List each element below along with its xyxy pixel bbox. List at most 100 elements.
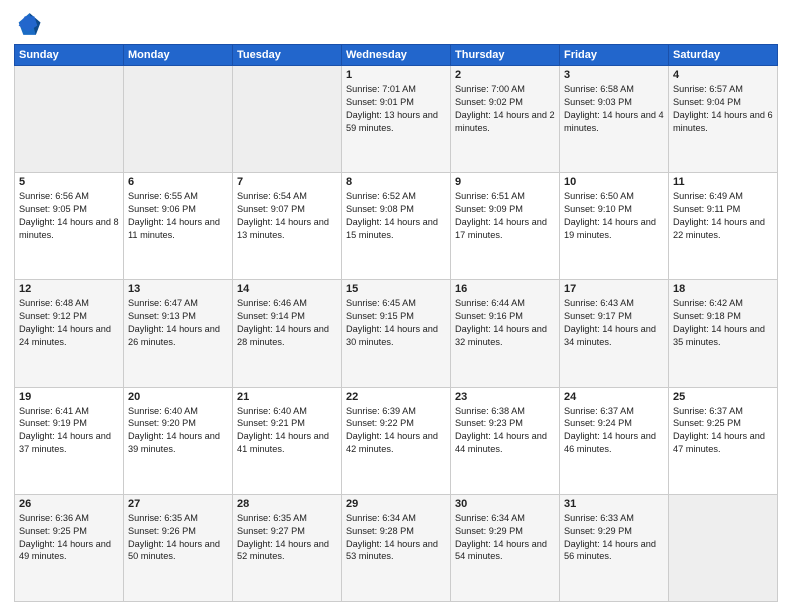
day-info: Sunrise: 6:57 AMSunset: 9:04 PMDaylight:…: [673, 83, 773, 135]
day-info: Sunrise: 6:37 AMSunset: 9:25 PMDaylight:…: [673, 405, 773, 457]
calendar-cell: 15 Sunrise: 6:45 AMSunset: 9:15 PMDayligh…: [342, 280, 451, 387]
calendar-cell: 10 Sunrise: 6:50 AMSunset: 9:10 PMDayligh…: [560, 173, 669, 280]
calendar-header-friday: Friday: [560, 45, 669, 66]
day-number: 12: [19, 283, 119, 295]
day-info: Sunrise: 6:49 AMSunset: 9:11 PMDaylight:…: [673, 190, 773, 242]
day-info: Sunrise: 6:51 AMSunset: 9:09 PMDaylight:…: [455, 190, 555, 242]
calendar-week-5: 26Sunrise: 6:36 AMSunset: 9:25 PMDayligh…: [15, 494, 778, 601]
calendar: SundayMondayTuesdayWednesdayThursdayFrid…: [14, 44, 778, 602]
day-info: Sunrise: 7:00 AMSunset: 9:02 PMDaylight:…: [455, 83, 555, 135]
day-number: 9: [455, 176, 555, 188]
day-number: 11: [673, 176, 773, 188]
calendar-cell: 4Sunrise: 6:57 AMSunset: 9:04 PMDaylight…: [669, 66, 778, 173]
calendar-cell: 24 Sunrise: 6:37 AMSunset: 9:24 PMDayligh…: [560, 387, 669, 494]
calendar-cell: [124, 66, 233, 173]
day-info: Sunrise: 6:54 AMSunset: 9:07 PMDaylight:…: [237, 190, 337, 242]
day-info: Sunrise: 6:44 AMSunset: 9:16 PMDaylight:…: [455, 297, 555, 349]
day-info: Sunrise: 6:52 AMSunset: 9:08 PMDaylight:…: [346, 190, 446, 242]
day-info: Sunrise: 6:50 AMSunset: 9:10 PMDaylight:…: [564, 190, 664, 242]
day-number: 28: [237, 498, 337, 510]
day-info: Sunrise: 6:45 AMSunset: 9:15 PMDaylight:…: [346, 297, 446, 349]
day-number: 18: [673, 283, 773, 295]
calendar-cell: 7 Sunrise: 6:54 AMSunset: 9:07 PMDaylight…: [233, 173, 342, 280]
calendar-cell: 6 Sunrise: 6:55 AMSunset: 9:06 PMDaylight…: [124, 173, 233, 280]
calendar-cell: 26Sunrise: 6:36 AMSunset: 9:25 PMDayligh…: [15, 494, 124, 601]
day-info: Sunrise: 6:58 AMSunset: 9:03 PMDaylight:…: [564, 83, 664, 135]
day-number: 21: [237, 391, 337, 403]
calendar-week-1: 1Sunrise: 7:01 AMSunset: 9:01 PMDaylight…: [15, 66, 778, 173]
day-number: 7: [237, 176, 337, 188]
calendar-cell: 31 Sunrise: 6:33 AMSunset: 9:29 PMDayligh…: [560, 494, 669, 601]
day-info: Sunrise: 6:48 AMSunset: 9:12 PMDaylight:…: [19, 297, 119, 349]
day-info: Sunrise: 6:39 AMSunset: 9:22 PMDaylight:…: [346, 405, 446, 457]
day-info: Sunrise: 6:37 AMSunset: 9:24 PMDaylight:…: [564, 405, 664, 457]
calendar-week-2: 5 Sunrise: 6:56 AMSunset: 9:05 PMDaylight…: [15, 173, 778, 280]
day-info: Sunrise: 6:36 AMSunset: 9:25 PMDaylight:…: [19, 512, 119, 564]
calendar-cell: 21 Sunrise: 6:40 AMSunset: 9:21 PMDayligh…: [233, 387, 342, 494]
day-info: Sunrise: 6:35 AMSunset: 9:26 PMDaylight:…: [128, 512, 228, 564]
calendar-cell: 5 Sunrise: 6:56 AMSunset: 9:05 PMDaylight…: [15, 173, 124, 280]
calendar-cell: 17 Sunrise: 6:43 AMSunset: 9:17 PMDayligh…: [560, 280, 669, 387]
logo-icon: [14, 10, 42, 38]
calendar-cell: [669, 494, 778, 601]
calendar-cell: 16 Sunrise: 6:44 AMSunset: 9:16 PMDayligh…: [451, 280, 560, 387]
calendar-header-thursday: Thursday: [451, 45, 560, 66]
logo: [14, 10, 46, 38]
calendar-cell: 28 Sunrise: 6:35 AMSunset: 9:27 PMDayligh…: [233, 494, 342, 601]
calendar-cell: 11 Sunrise: 6:49 AMSunset: 9:11 PMDayligh…: [669, 173, 778, 280]
calendar-cell: 23 Sunrise: 6:38 AMSunset: 9:23 PMDayligh…: [451, 387, 560, 494]
day-number: 23: [455, 391, 555, 403]
calendar-cell: 8 Sunrise: 6:52 AMSunset: 9:08 PMDaylight…: [342, 173, 451, 280]
day-info: Sunrise: 6:41 AMSunset: 9:19 PMDaylight:…: [19, 405, 119, 457]
calendar-cell: 1Sunrise: 7:01 AMSunset: 9:01 PMDaylight…: [342, 66, 451, 173]
day-number: 1: [346, 69, 446, 81]
calendar-cell: 30Sunrise: 6:34 AMSunset: 9:29 PMDayligh…: [451, 494, 560, 601]
day-info: Sunrise: 6:47 AMSunset: 9:13 PMDaylight:…: [128, 297, 228, 349]
day-info: Sunrise: 6:42 AMSunset: 9:18 PMDaylight:…: [673, 297, 773, 349]
header: [14, 10, 778, 38]
day-info: Sunrise: 6:40 AMSunset: 9:21 PMDaylight:…: [237, 405, 337, 457]
calendar-header-monday: Monday: [124, 45, 233, 66]
day-info: Sunrise: 6:56 AMSunset: 9:05 PMDaylight:…: [19, 190, 119, 242]
calendar-cell: 3Sunrise: 6:58 AMSunset: 9:03 PMDaylight…: [560, 66, 669, 173]
day-info: Sunrise: 6:34 AMSunset: 9:29 PMDaylight:…: [455, 512, 555, 564]
day-info: Sunrise: 6:40 AMSunset: 9:20 PMDaylight:…: [128, 405, 228, 457]
day-info: Sunrise: 6:46 AMSunset: 9:14 PMDaylight:…: [237, 297, 337, 349]
calendar-week-3: 12 Sunrise: 6:48 AMSunset: 9:12 PMDayligh…: [15, 280, 778, 387]
calendar-cell: [15, 66, 124, 173]
day-info: Sunrise: 6:33 AMSunset: 9:29 PMDaylight:…: [564, 512, 664, 564]
day-number: 6: [128, 176, 228, 188]
day-info: Sunrise: 6:38 AMSunset: 9:23 PMDaylight:…: [455, 405, 555, 457]
calendar-header-tuesday: Tuesday: [233, 45, 342, 66]
day-number: 8: [346, 176, 446, 188]
calendar-cell: 14Sunrise: 6:46 AMSunset: 9:14 PMDayligh…: [233, 280, 342, 387]
calendar-cell: 18 Sunrise: 6:42 AMSunset: 9:18 PMDayligh…: [669, 280, 778, 387]
day-number: 17: [564, 283, 664, 295]
day-number: 2: [455, 69, 555, 81]
day-number: 31: [564, 498, 664, 510]
day-number: 20: [128, 391, 228, 403]
day-number: 24: [564, 391, 664, 403]
day-number: 22: [346, 391, 446, 403]
day-number: 16: [455, 283, 555, 295]
calendar-cell: 29Sunrise: 6:34 AMSunset: 9:28 PMDayligh…: [342, 494, 451, 601]
day-number: 10: [564, 176, 664, 188]
calendar-cell: 22 Sunrise: 6:39 AMSunset: 9:22 PMDayligh…: [342, 387, 451, 494]
day-info: Sunrise: 6:55 AMSunset: 9:06 PMDaylight:…: [128, 190, 228, 242]
day-number: 5: [19, 176, 119, 188]
day-number: 15: [346, 283, 446, 295]
calendar-cell: 13 Sunrise: 6:47 AMSunset: 9:13 PMDayligh…: [124, 280, 233, 387]
day-info: Sunrise: 6:34 AMSunset: 9:28 PMDaylight:…: [346, 512, 446, 564]
calendar-week-4: 19 Sunrise: 6:41 AMSunset: 9:19 PMDayligh…: [15, 387, 778, 494]
calendar-cell: 9 Sunrise: 6:51 AMSunset: 9:09 PMDaylight…: [451, 173, 560, 280]
calendar-header-wednesday: Wednesday: [342, 45, 451, 66]
calendar-header-sunday: Sunday: [15, 45, 124, 66]
calendar-header-saturday: Saturday: [669, 45, 778, 66]
day-info: Sunrise: 6:35 AMSunset: 9:27 PMDaylight:…: [237, 512, 337, 564]
day-number: 19: [19, 391, 119, 403]
calendar-cell: 25Sunrise: 6:37 AMSunset: 9:25 PMDayligh…: [669, 387, 778, 494]
day-number: 13: [128, 283, 228, 295]
day-info: Sunrise: 6:43 AMSunset: 9:17 PMDaylight:…: [564, 297, 664, 349]
calendar-cell: 12 Sunrise: 6:48 AMSunset: 9:12 PMDayligh…: [15, 280, 124, 387]
calendar-cell: [233, 66, 342, 173]
